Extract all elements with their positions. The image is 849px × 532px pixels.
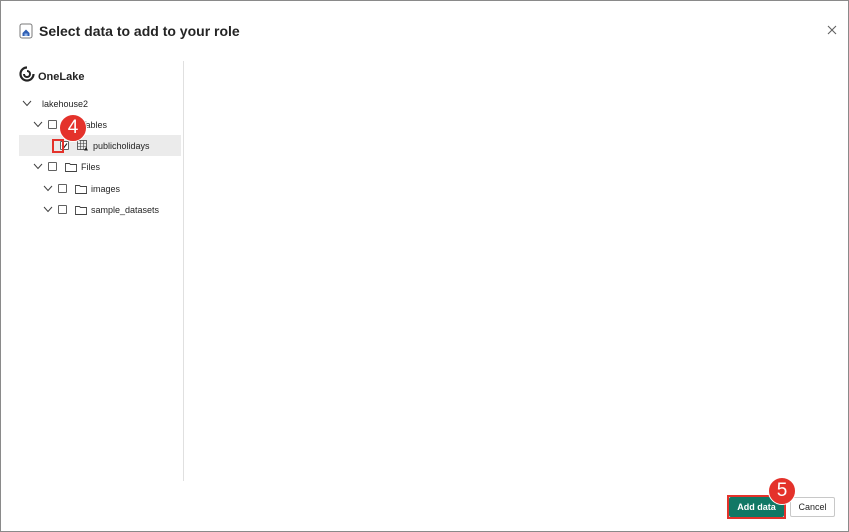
annotation-highlight-checkbox: [52, 139, 64, 153]
chevron-down-icon[interactable]: [43, 184, 53, 194]
close-button[interactable]: [825, 23, 839, 37]
tree-item-label: Files: [81, 161, 101, 172]
tree-item-label: sample_datasets: [91, 204, 160, 215]
chevron-down-icon[interactable]: [33, 120, 43, 130]
tree-item-lakehouse2[interactable]: lakehouse2: [19, 93, 181, 114]
files-checkbox[interactable]: [48, 162, 57, 171]
folder-icon: [75, 184, 87, 194]
close-icon: [827, 25, 837, 35]
onelake-root[interactable]: OneLake: [19, 66, 84, 87]
onelake-icon: [19, 66, 35, 87]
tree-item-label: images: [91, 183, 121, 194]
tree-item-publicholidays[interactable]: publicholidays: [19, 135, 181, 156]
cancel-button[interactable]: Cancel: [790, 497, 835, 517]
sample-datasets-checkbox[interactable]: [58, 205, 67, 214]
tree-item-files[interactable]: Files: [19, 156, 181, 177]
tree-item-label: lakehouse2: [42, 98, 89, 109]
chevron-down-icon[interactable]: [33, 162, 43, 172]
folder-icon: [75, 205, 87, 215]
onelake-label: OneLake: [38, 70, 85, 83]
table-icon: [77, 140, 89, 151]
pane-divider: [183, 61, 184, 481]
tree-item-tables[interactable]: Tables: [19, 114, 181, 135]
images-checkbox[interactable]: [58, 184, 67, 193]
folder-icon: [65, 162, 77, 172]
annotation-step-4: 4: [59, 114, 87, 142]
chevron-down-icon[interactable]: [43, 205, 53, 215]
data-tree-pane: OneLake lakehouse2 Tables publicholidays…: [19, 61, 183, 481]
annotation-step-5: 5: [768, 477, 796, 505]
tree-item-images[interactable]: images: [19, 178, 181, 199]
lakehouse-icon: [19, 23, 33, 39]
chevron-down-icon[interactable]: [22, 99, 32, 109]
tables-checkbox[interactable]: [48, 120, 57, 129]
dialog-title: Select data to add to your role: [39, 23, 240, 39]
select-data-dialog: Select data to add to your role OneLake …: [0, 0, 849, 532]
dialog-header: Select data to add to your role: [19, 21, 240, 41]
tree-item-label: publicholidays: [93, 140, 150, 151]
tree-item-sample-datasets[interactable]: sample_datasets: [19, 199, 181, 220]
